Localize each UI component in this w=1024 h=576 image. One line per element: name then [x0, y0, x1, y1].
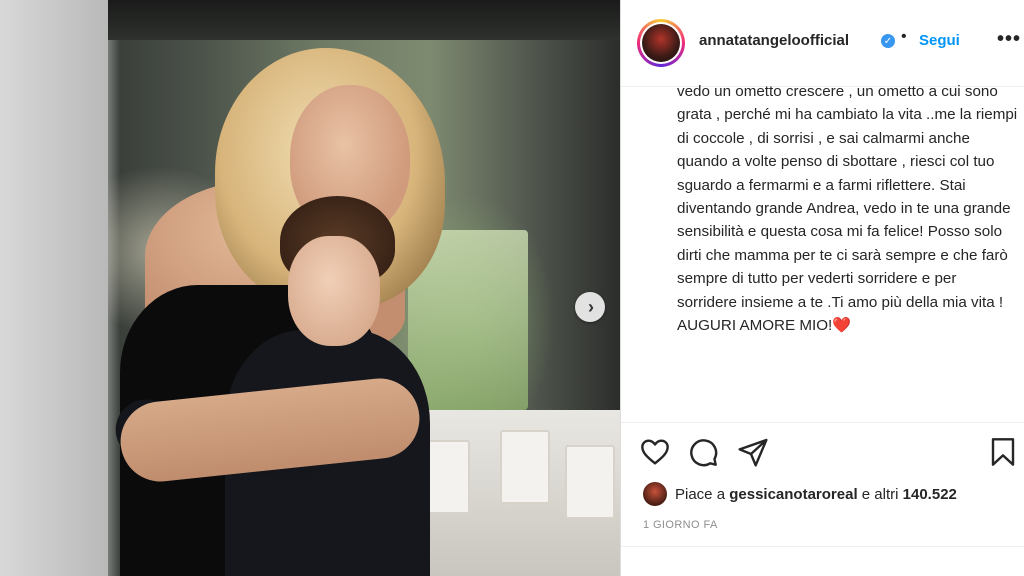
bookmark-icon[interactable] [987, 436, 1019, 468]
liker-avatar[interactable] [643, 482, 667, 506]
liker-username-link[interactable]: gessicanotaroreal [729, 486, 857, 503]
avatar-ring [640, 22, 682, 64]
photo-candle [500, 430, 550, 504]
post-side-panel: annatatangeloofficial ✓ • Segui ••• vedo… [620, 0, 1024, 576]
verified-badge-icon: ✓ [881, 34, 895, 48]
more-options-button[interactable]: ••• [997, 28, 1021, 51]
post-header: annatatangeloofficial ✓ • Segui ••• [621, 0, 1024, 87]
avatar-image [642, 24, 680, 62]
photo-background-wall [0, 0, 108, 576]
photo-boy-face [288, 236, 380, 346]
photo-candle [565, 445, 615, 519]
heart-icon[interactable] [639, 436, 671, 468]
likes-prefix: Piace a [675, 485, 726, 503]
next-photo-button[interactable]: › [575, 292, 605, 322]
post-caption: vedo un ometto crescere , un ometto a cu… [677, 83, 1018, 335]
chevron-right-icon: › [588, 297, 594, 317]
divider [621, 546, 1024, 547]
separator-dot: • [901, 28, 907, 45]
comment-icon[interactable] [687, 436, 719, 468]
avatar[interactable] [637, 19, 685, 67]
post-timestamp: 1 GIORNO FA [643, 519, 718, 531]
share-icon[interactable] [737, 436, 769, 468]
instagram-post-view: › annatatangeloofficial ✓ • Segui ••• ve… [0, 0, 1024, 576]
divider [621, 422, 1024, 423]
likes-middle: e altri [861, 485, 899, 503]
username-link[interactable]: annatatangeloofficial [699, 32, 849, 49]
likes-count-link[interactable]: 140.522 [903, 486, 957, 503]
follow-button[interactable]: Segui [919, 32, 960, 49]
likes-summary: Piace a gessicanotaroreal e altri 140.52… [643, 482, 957, 506]
photo-background-ceiling [108, 0, 620, 40]
post-photo: › [0, 0, 620, 576]
